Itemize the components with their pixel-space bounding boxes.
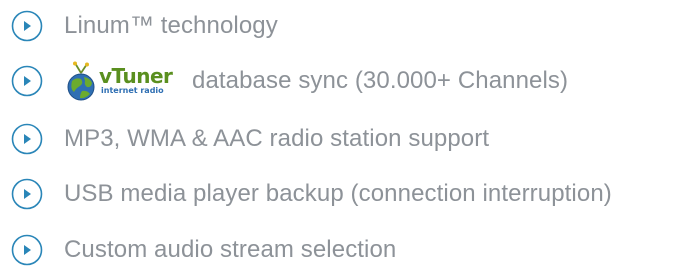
play-circle-icon <box>10 122 44 156</box>
vtuner-wordmark: vTuner <box>99 64 173 88</box>
feature-item: USB media player backup (connection inte… <box>10 174 612 214</box>
feature-list: Linum™ technology vTuner internet radio … <box>0 0 681 266</box>
feature-label: Custom audio stream selection <box>64 236 397 263</box>
feature-label: MP3, WMA & AAC radio station support <box>64 125 490 152</box>
play-circle-icon <box>10 64 44 98</box>
feature-item: Linum™ technology <box>10 6 278 46</box>
vtuner-logo: vTuner internet radio <box>64 61 174 101</box>
feature-label: database sync (30.000+ Channels) <box>192 67 569 94</box>
feature-item: Custom audio stream selection <box>10 230 396 270</box>
feature-item: MP3, WMA & AAC radio station support <box>10 119 489 159</box>
globe-icon <box>67 61 95 101</box>
play-circle-icon <box>10 233 44 267</box>
feature-label: Linum™ technology <box>64 12 278 39</box>
feature-item: vTuner internet radio database sync (30.… <box>10 61 568 101</box>
feature-label: USB media player backup (connection inte… <box>64 180 612 207</box>
vtuner-subtitle: internet radio <box>101 86 164 95</box>
play-circle-icon <box>10 9 44 43</box>
play-circle-icon <box>10 177 44 211</box>
